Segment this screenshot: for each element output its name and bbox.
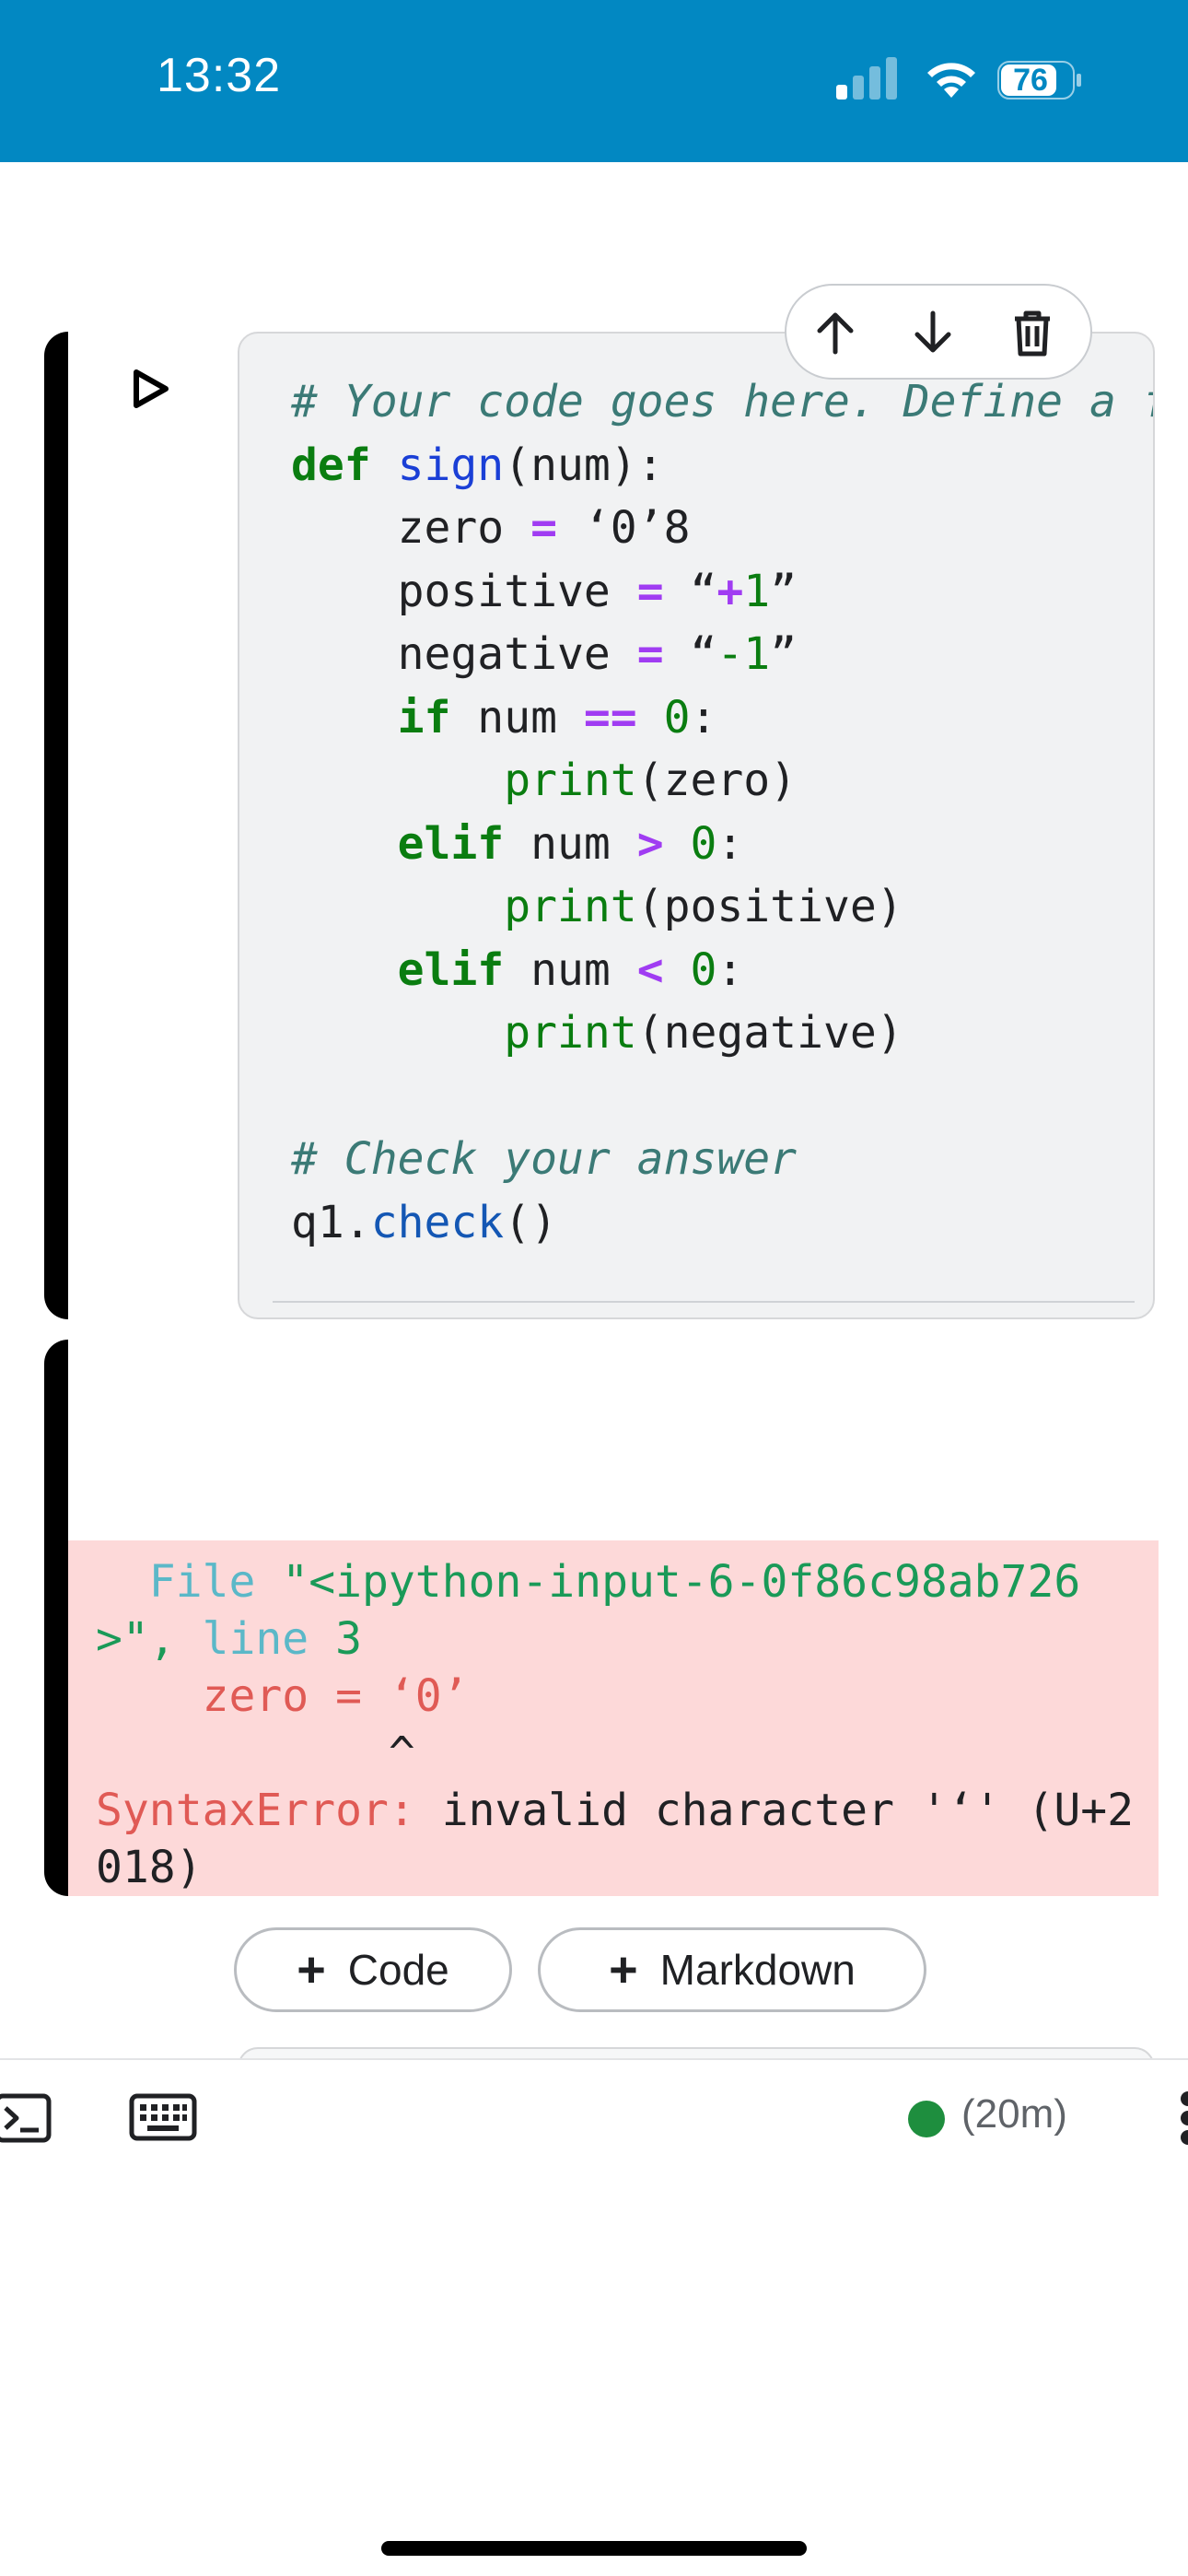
play-icon[interactable] (129, 367, 173, 411)
status-bar: 13:32 76 (0, 0, 1188, 162)
more-vert-icon[interactable] (1175, 2090, 1188, 2147)
output-focus-bar (44, 1340, 68, 1896)
code-text[interactable]: # Your code goes here. Define a function… (291, 370, 1153, 1254)
arrow-down-icon[interactable] (906, 306, 960, 359)
battery-level: 76 (1013, 63, 1048, 98)
code-clip: # Your code goes here. Define a function… (238, 332, 1153, 1319)
home-indicator (381, 2541, 807, 2556)
kernel-status-dot (908, 2101, 945, 2137)
status-time: 13:32 (157, 49, 282, 102)
add-code-button[interactable]: + Code (234, 1927, 512, 2012)
add-markdown-button[interactable]: + Markdown (538, 1927, 926, 2012)
code-zero-value: ‘0’8 (583, 502, 691, 554)
cell-focus-bar (44, 332, 68, 1319)
keyboard-icon[interactable] (129, 2093, 197, 2141)
signal-icon (836, 57, 897, 100)
wifi-icon (927, 63, 975, 98)
cell-toolbar (785, 284, 1092, 380)
arrow-up-icon[interactable] (809, 306, 862, 359)
code-comment-1: # Your code goes here. Define a function (291, 376, 1153, 427)
kernel-status-time: (20m) (961, 2091, 1067, 2137)
terminal-icon[interactable] (0, 2093, 52, 2143)
error-text: File "<ipython-input-6-0f86c98ab726 >", … (96, 1556, 1135, 1893)
trash-icon[interactable] (1006, 306, 1059, 359)
status-icons: 76 (836, 57, 1085, 103)
code-comment-2: # Check your answer (291, 1133, 798, 1185)
